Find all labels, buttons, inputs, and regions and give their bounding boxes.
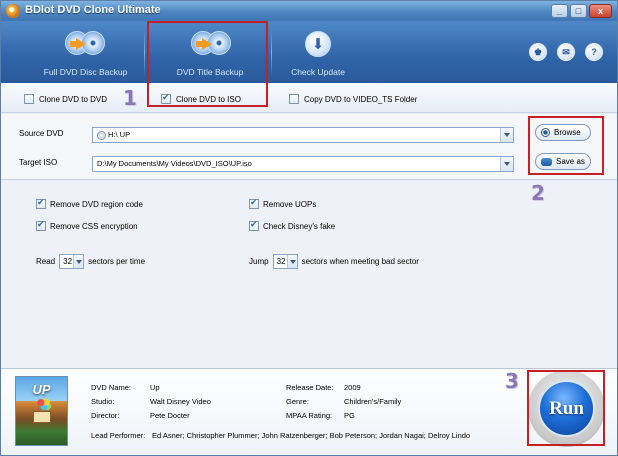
step-marker-2: 2 [531,181,545,205]
checkbox[interactable] [249,198,259,209]
user-icon[interactable]: ♚ [529,43,547,61]
step-marker-1: 1 [123,86,137,110]
jump-value: 32 [276,257,286,266]
target-iso-select[interactable]: D:\My Documents\My Videos\DVD_ISO\UP.iso [92,156,514,172]
option-label: Remove UOPs [263,199,317,209]
option-check-disney[interactable]: Check Disney's fake [249,220,336,231]
checkbox[interactable] [249,220,259,231]
checkbox[interactable] [36,220,46,231]
dvd-name-value: Up [150,383,160,392]
chevron-down-icon[interactable] [286,255,297,268]
read-suffix: sectors per time [88,257,146,266]
source-dvd-value: H:\ UP [108,130,131,139]
studio-value: Walt Disney Video [150,397,211,406]
release-date-value: 2009 [344,383,361,392]
mail-icon[interactable]: ✉ [557,43,575,61]
read-value: 32 [63,257,73,266]
option-remove-region[interactable]: Remove DVD region code [36,198,143,209]
read-sectors-select[interactable]: 32 [59,254,85,269]
option-label: Check Disney's fake [263,221,336,231]
mpaa-value: PG [344,411,355,420]
main-toolbar: Full DVD Disc Backup DVD Title Backup Ch… [1,21,617,83]
highlight-box-step1 [147,21,268,107]
option-remove-uops[interactable]: Remove UOPs [249,198,317,209]
read-prefix: Read [36,257,56,266]
minimize-button[interactable]: _ [551,4,568,18]
checkbox[interactable] [289,94,299,104]
target-iso-label: Target ISO [19,158,58,167]
tab-check-update[interactable]: Check Update [277,21,359,83]
studio-label: Studio: [91,397,115,406]
disc-copy-icon [65,31,105,57]
balloons-icon [36,397,52,411]
chevron-down-icon[interactable] [73,255,84,268]
house-icon [33,411,51,423]
step-marker-3: 3 [505,369,519,393]
source-dvd-label: Source DVD [19,129,64,138]
chevron-down-icon[interactable] [500,128,513,142]
checkbox[interactable] [36,198,46,209]
movie-info-bar: UP DVD Name: Up Studio: Walt Disney Vide… [1,368,617,455]
director-value: Pete Docter [150,411,190,420]
read-sectors-row: Read 32 sectors per time [36,254,145,269]
target-iso-value: D:\My Documents\My Videos\DVD_ISO\UP.iso [97,159,252,168]
mode-bar: Clone DVD to DVD Clone DVD to ISO Copy D… [1,83,617,113]
toolbar-divider [271,29,272,77]
mode-label: Clone DVD to DVD [39,94,108,104]
movie-poster: UP [15,376,68,446]
tab-full-dvd-backup-label: Full DVD Disc Backup [43,67,128,77]
tab-full-dvd-backup[interactable]: Full DVD Disc Backup [23,21,148,83]
app-window: BDlot DVD Clone Ultimate _ □ x Full DVD … [0,0,618,456]
mpaa-label: MPAA Rating: [286,411,333,420]
maximize-button[interactable]: □ [570,4,587,18]
title-bar: BDlot DVD Clone Ultimate _ □ x [1,1,617,21]
source-dvd-select[interactable]: H:\ UP [92,127,514,143]
jump-sectors-select[interactable]: 32 [272,254,298,269]
jump-suffix: sectors when meeting bad sector [301,257,419,266]
window-title: BDlot DVD Clone Ultimate [25,4,161,16]
jump-prefix: Jump [249,257,269,266]
mode-clone-dvd-to-dvd[interactable]: Clone DVD to DVD [24,93,107,105]
toolbar-divider [144,29,145,77]
genre-label: Genre: [286,397,309,406]
mode-copy-to-video-ts[interactable]: Copy DVD to VIDEO_TS Folder [289,93,417,105]
tab-check-update-label: Check Update [291,67,345,77]
option-label: Remove DVD region code [50,199,143,209]
close-button[interactable]: x [589,4,612,18]
option-remove-css[interactable]: Remove CSS encryption [36,220,138,231]
poster-title: UP [32,382,51,397]
jump-sectors-row: Jump 32 sectors when meeting bad sector [249,254,419,269]
director-label: Director: [91,411,120,420]
io-panel: Source DVD H:\ UP Target ISO D:\My Docum… [1,114,617,180]
dvd-name-label: DVD Name: [91,383,132,392]
download-icon [305,31,331,57]
release-date-label: Release Date: [286,383,334,392]
highlight-box-step3 [527,370,605,446]
lead-performer-value: Ed Asner; Christopher Plummer; John Ratz… [152,431,471,440]
chevron-down-icon[interactable] [500,157,513,171]
disc-icon [97,130,106,140]
help-icon[interactable]: ? [585,43,603,61]
checkbox[interactable] [24,94,34,104]
options-panel: Remove DVD region code Remove CSS encryp… [1,181,617,368]
lead-performer-label: Lead Performer: [91,431,146,440]
highlight-box-step2 [528,116,604,175]
mode-label: Copy DVD to VIDEO_TS Folder [304,94,418,104]
app-logo-icon [6,4,20,18]
option-label: Remove CSS encryption [50,221,138,231]
genre-value: Children's/Family [344,397,402,406]
